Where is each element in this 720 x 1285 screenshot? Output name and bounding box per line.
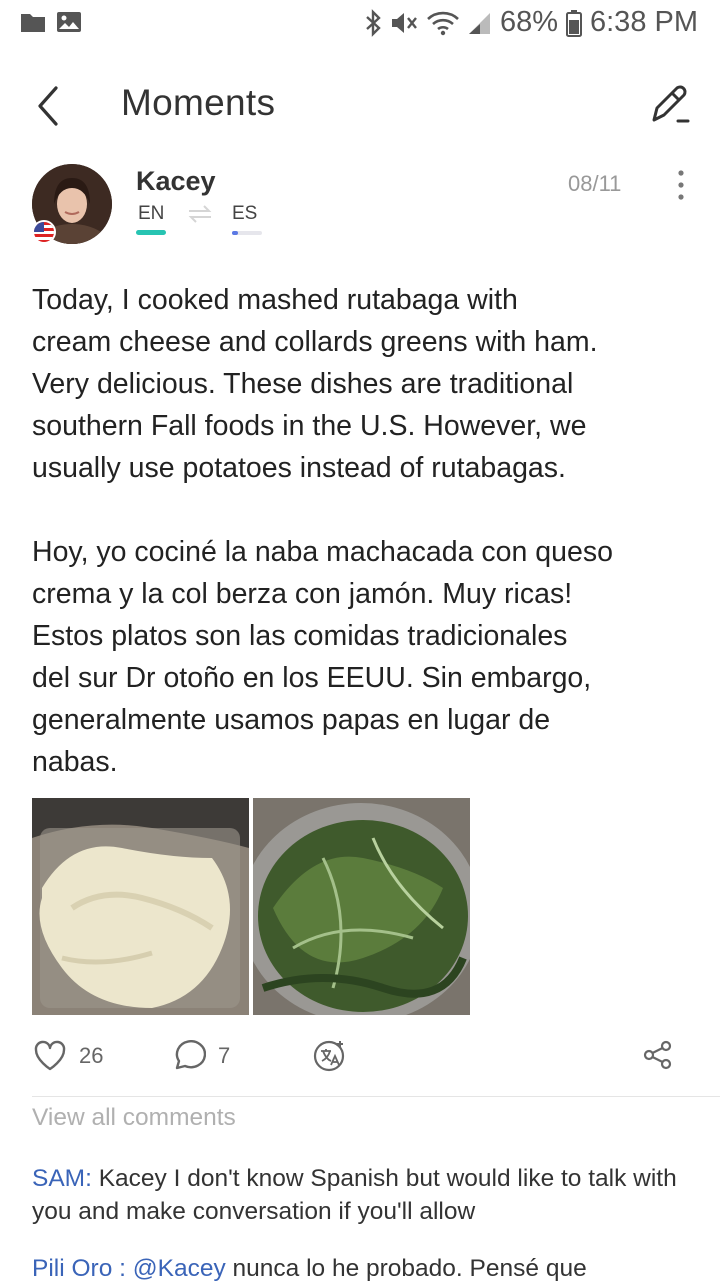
post-actions: 26 7: [0, 1030, 720, 1086]
divider: [32, 1096, 720, 1097]
comment-item[interactable]: Pili Oro : @Kacey nunca lo he probado. P…: [32, 1252, 692, 1285]
language-exchange-icon: [188, 205, 212, 223]
comment-separator: :: [85, 1165, 92, 1192]
comment-mention[interactable]: @Kacey: [133, 1255, 226, 1282]
status-bar: 68% 6:38 PM: [0, 0, 720, 48]
pencil-icon: [652, 85, 690, 123]
native-language-label: EN: [138, 203, 165, 224]
signal-icon: [468, 11, 492, 35]
comment-bubble-icon: [175, 1040, 206, 1070]
comment-author[interactable]: Pili Oro: [32, 1255, 112, 1282]
learning-level-bar: [232, 231, 238, 235]
more-vertical-icon: [678, 170, 684, 200]
bluetooth-icon: [364, 8, 382, 37]
page-title: Moments: [121, 82, 276, 123]
post-date: 08/11: [568, 171, 622, 196]
wifi-icon: [426, 10, 460, 36]
status-notifications: [20, 11, 82, 33]
comment-button[interactable]: 7: [172, 1040, 230, 1072]
translate-button[interactable]: [313, 1038, 347, 1072]
like-count: 26: [79, 1043, 104, 1068]
us-flag-icon: [32, 220, 56, 244]
mute-icon: [390, 10, 418, 36]
share-button[interactable]: [643, 1040, 673, 1070]
comment-text: nunca lo he probado. Pensé que: [225, 1255, 587, 1282]
more-options-button[interactable]: [668, 168, 694, 202]
comment-author[interactable]: SAM: [32, 1165, 85, 1192]
comment-text: Kacey I don't know Spanish but would lik…: [32, 1165, 677, 1225]
battery-icon: [566, 9, 582, 37]
translate-icon: [313, 1040, 345, 1072]
status-indicators: 68% 6:38 PM: [364, 6, 698, 39]
battery-percent: 68%: [499, 6, 558, 38]
gallery-icon: [56, 11, 82, 33]
learning-language-label: ES: [232, 203, 258, 224]
compose-button[interactable]: [646, 78, 692, 130]
back-arrow-icon: [38, 86, 58, 126]
post-photo-collard-greens[interactable]: [253, 798, 470, 1015]
comment-item[interactable]: SAM: Kacey I don't know Spanish but woul…: [32, 1162, 692, 1228]
post-photo-mashed-rutabaga[interactable]: [32, 798, 249, 1015]
post-text-spanish: Hoy, yo cociné la naba machacada con que…: [32, 536, 613, 778]
like-button[interactable]: 26: [33, 1040, 103, 1072]
view-all-comments-link[interactable]: View all comments: [32, 1104, 236, 1132]
back-button[interactable]: [30, 82, 70, 130]
clock: 6:38 PM: [590, 6, 698, 38]
heart-icon: [34, 1040, 66, 1071]
post-body: Today, I cooked mashed rutabaga with cre…: [32, 279, 697, 783]
native-level-bar: [136, 230, 166, 235]
comment-count: 7: [218, 1043, 231, 1068]
share-icon: [643, 1040, 672, 1070]
post-author-name[interactable]: Kacey: [136, 166, 216, 197]
app-bar: Moments: [0, 60, 720, 152]
post-text-english: Today, I cooked mashed rutabaga with cre…: [32, 284, 598, 484]
comment-separator: :: [112, 1255, 133, 1282]
folder-icon: [20, 11, 46, 33]
